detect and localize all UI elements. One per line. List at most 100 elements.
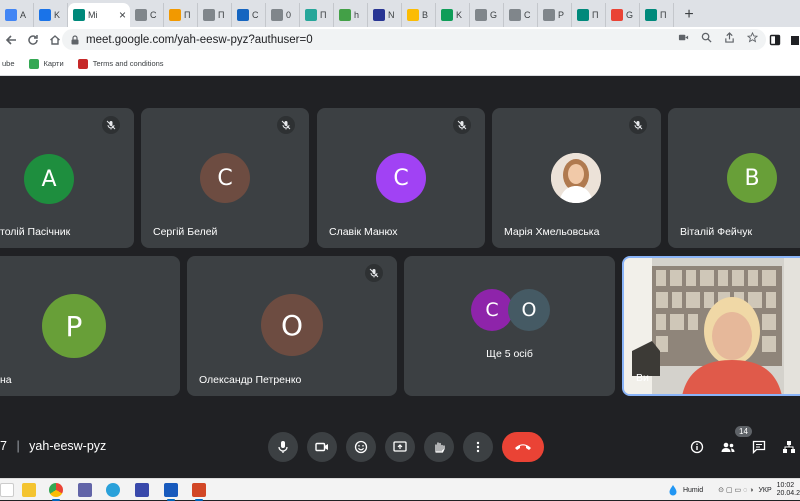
browser-tab[interactable]: П (300, 3, 334, 27)
powerpoint-icon[interactable] (192, 483, 206, 497)
tab-favicon-icon (305, 9, 317, 21)
browser-tab[interactable]: K (34, 3, 68, 27)
participant-tile[interactable]: B Віталій Фейчук (668, 108, 800, 248)
participant-tile[interactable]: C Сергій Белей (141, 108, 309, 248)
bookmark-item[interactable]: ube (2, 59, 15, 68)
people-icon[interactable] (720, 440, 736, 454)
activities-icon[interactable] (782, 440, 796, 454)
leave-call-button[interactable] (502, 432, 544, 462)
participant-tile[interactable]: O Олександр Петренко (187, 256, 397, 396)
browser-tab[interactable]: П (572, 3, 606, 27)
tab-title: G (626, 10, 634, 20)
extension-icon (791, 35, 799, 45)
bookmark-star-icon[interactable] (747, 32, 758, 43)
side-panel-icon (769, 34, 781, 45)
word-icon[interactable] (164, 483, 178, 497)
browser-tab[interactable]: N (368, 3, 402, 27)
start-menu-icon[interactable] (0, 483, 14, 497)
browser-tab[interactable]: П (164, 3, 198, 27)
info-icon[interactable] (690, 440, 704, 454)
bookmark-item[interactable]: Terms and conditions (77, 58, 164, 69)
side-panel-button[interactable] (764, 29, 786, 51)
bookmark-label: Terms and conditions (92, 59, 164, 68)
avatar: C (200, 153, 250, 203)
participant-tile[interactable]: C Славік Манюх (317, 108, 485, 248)
participant-name: Марія Хмельовська (504, 226, 600, 238)
tab-title: 0 (286, 10, 292, 20)
back-button[interactable] (0, 29, 22, 51)
reactions-button[interactable] (346, 432, 376, 462)
clock[interactable]: 10:02 20.04.2 (777, 482, 800, 498)
raise-hand-button[interactable] (424, 432, 454, 462)
browser-tab[interactable]: П (198, 3, 232, 27)
weather-label[interactable]: Humid (683, 487, 703, 494)
browser-tab[interactable]: C (504, 3, 538, 27)
browser-tab[interactable]: h (334, 3, 368, 27)
tab-favicon-icon (5, 9, 17, 21)
file-explorer-icon[interactable] (22, 483, 36, 497)
teams-icon[interactable] (78, 483, 92, 497)
microphone-button[interactable] (268, 432, 298, 462)
avatar: C (471, 289, 513, 331)
bookmark-item[interactable]: Карти (28, 58, 64, 69)
back-arrow-icon (5, 34, 16, 45)
participant-tile[interactable]: Марія Хмельовська (492, 108, 661, 248)
chrome-icon[interactable] (49, 483, 63, 497)
browser-tab[interactable]: 0 (266, 3, 300, 27)
browser-tab[interactable]: G (470, 3, 504, 27)
browser-tab[interactable]: C (130, 3, 164, 27)
person-photo-icon (551, 153, 601, 203)
emoji-icon (354, 440, 368, 454)
participant-name: на (0, 374, 12, 386)
avatar: P (42, 294, 106, 358)
save-app-icon[interactable] (135, 483, 149, 497)
mic-off-icon (365, 264, 383, 282)
tab-title: P (558, 10, 565, 20)
tab-favicon-icon (135, 9, 147, 21)
browser-tab[interactable]: П (640, 3, 674, 27)
new-tab-button[interactable]: + (678, 3, 700, 27)
more-options-button[interactable] (463, 432, 493, 462)
tab-title: C (252, 10, 259, 20)
tab-favicon-icon (373, 9, 385, 21)
tab-favicon-icon (475, 9, 487, 21)
url-bar[interactable]: meet.google.com/yah-eesw-pyz?authuser=0 (62, 29, 766, 50)
hand-icon (435, 442, 445, 453)
self-video-tile[interactable]: Ви (622, 256, 800, 396)
browser-tab[interactable]: A (0, 3, 34, 27)
tab-favicon-icon (237, 9, 249, 21)
telegram-icon[interactable] (106, 483, 120, 497)
info-separator: | (16, 439, 20, 453)
browser-tab[interactable]: B (402, 3, 436, 27)
avatar: A (24, 154, 74, 204)
avatar: B (727, 153, 777, 203)
tray-icons[interactable]: ⊙ ▢ ▭ ◌ ◑ (718, 486, 753, 494)
extensions-button[interactable] (784, 29, 800, 51)
browser-tab[interactable]: G (606, 3, 640, 27)
participant-tile[interactable]: A толій Пасічник (0, 108, 134, 248)
mic-off-icon (277, 116, 295, 134)
tab-close-icon[interactable]: × (119, 8, 126, 22)
present-screen-button[interactable] (385, 432, 415, 462)
clock-time: 10:02 (776, 482, 795, 489)
share-icon[interactable] (724, 32, 735, 43)
browser-tab[interactable]: K (436, 3, 470, 27)
participant-tile[interactable]: P на (0, 256, 180, 396)
tab-title: П (320, 10, 327, 20)
camera-button[interactable] (307, 432, 337, 462)
zoom-icon[interactable] (701, 32, 712, 43)
participant-name: Ви (636, 372, 649, 384)
tab-favicon-icon (271, 9, 283, 21)
language-indicator[interactable]: УКР (758, 487, 771, 494)
reload-button[interactable] (22, 29, 44, 51)
tab-title: G (490, 10, 498, 20)
browser-tab[interactable]: C (232, 3, 266, 27)
camera-icon[interactable] (678, 32, 689, 43)
chat-icon[interactable] (752, 440, 766, 454)
video-camera-icon (315, 442, 328, 452)
tab-title: A (20, 10, 27, 20)
others-tile[interactable]: C O Ще 5 осіб (404, 256, 615, 396)
browser-tab[interactable]: Mi × (68, 3, 130, 27)
bookmark-label: Карти (43, 59, 64, 68)
browser-tab[interactable]: P (538, 3, 572, 27)
